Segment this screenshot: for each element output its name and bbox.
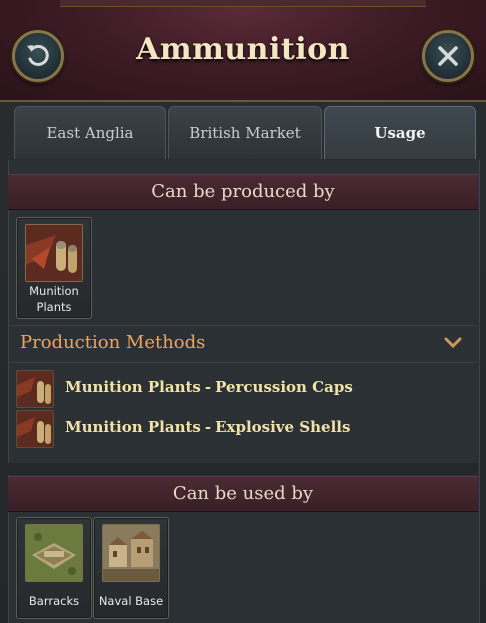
method-name: Explosive Shells: [215, 418, 351, 436]
panel-title: Ammunition: [136, 32, 350, 67]
naval-base-icon: [102, 524, 160, 582]
munition-plants-icon: [25, 224, 83, 282]
munition-plants-icon: [16, 370, 54, 408]
building-card-munition-plants[interactable]: Munition Plants: [16, 217, 92, 319]
production-method-label: Munition Plants - Percussion Caps: [65, 378, 353, 396]
building-label-line1: Munition: [29, 284, 79, 298]
method-building: Munition Plants: [65, 378, 201, 396]
production-method-row[interactable]: Munition Plants - Percussion Caps: [16, 370, 456, 408]
method-name: Percussion Caps: [215, 378, 353, 396]
close-icon: [438, 46, 458, 66]
building-label: Barracks: [28, 594, 80, 608]
production-method-label: Munition Plants - Explosive Shells: [65, 418, 350, 436]
close-button[interactable]: [422, 30, 474, 82]
munition-plants-icon: [16, 410, 54, 448]
production-methods-header[interactable]: Production Methods: [8, 325, 478, 363]
barracks-icon: [25, 524, 83, 582]
production-methods-title: Production Methods: [20, 332, 206, 353]
tab-bar: East Anglia British Market Usage: [10, 106, 476, 160]
building-card-barracks[interactable]: Barracks: [16, 517, 92, 619]
method-separator: -: [204, 418, 212, 436]
used-by-heading: Can be used by: [8, 476, 478, 512]
building-label-line2: Plants: [36, 300, 72, 314]
chevron-down-icon[interactable]: [444, 336, 462, 350]
section-divider: [8, 463, 478, 475]
building-card-naval-base[interactable]: Naval Base: [93, 517, 169, 619]
tab-east-anglia[interactable]: East Anglia: [14, 106, 166, 159]
panel-header: Ammunition: [0, 0, 486, 102]
method-building: Munition Plants: [65, 418, 201, 436]
method-separator: -: [204, 378, 212, 396]
production-method-row[interactable]: Munition Plants - Explosive Shells: [16, 410, 456, 448]
building-label: Naval Base: [98, 594, 164, 608]
produced-by-heading: Can be produced by: [8, 174, 478, 210]
tab-british-market[interactable]: British Market: [168, 106, 322, 159]
tab-usage[interactable]: Usage: [324, 106, 476, 159]
ammunition-panel: Ammunition East Anglia British Market Us…: [0, 0, 486, 623]
